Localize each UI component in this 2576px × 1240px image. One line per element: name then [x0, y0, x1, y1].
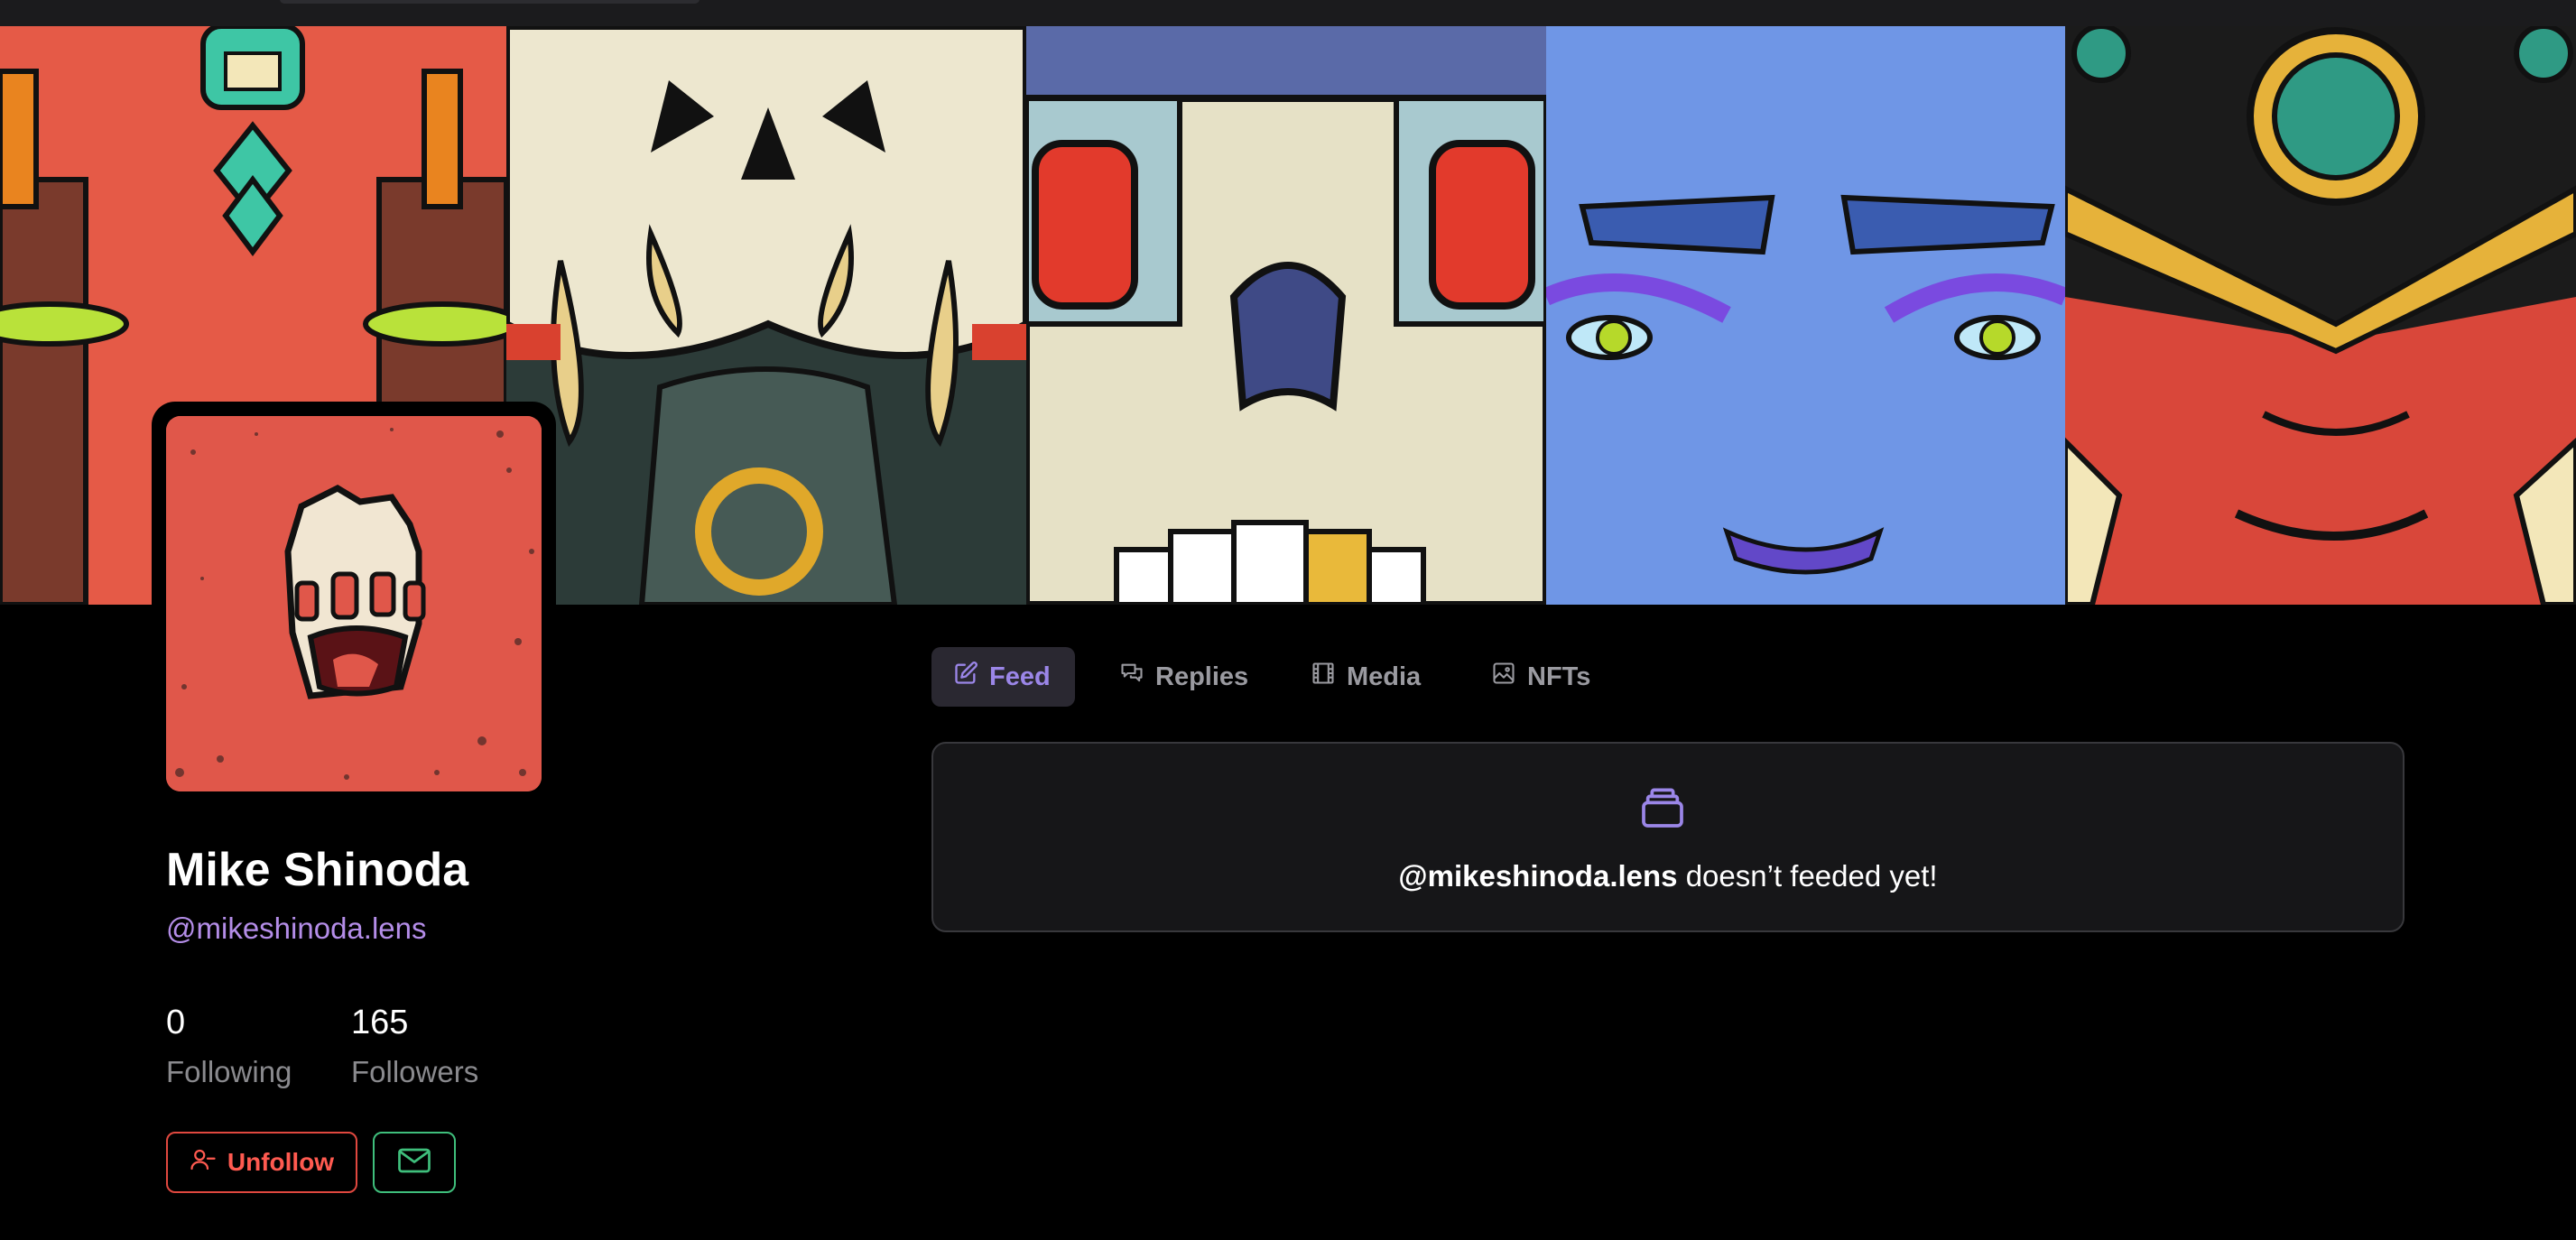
avatar[interactable]: [166, 416, 542, 791]
user-minus-icon: [190, 1146, 217, 1180]
unfollow-button[interactable]: Unfollow: [166, 1132, 357, 1193]
tab-replies-label: Replies: [1155, 662, 1249, 691]
empty-feed-handle: @mikeshinoda.lens: [1398, 859, 1678, 893]
tab-feed[interactable]: Feed: [931, 647, 1075, 707]
empty-feed-text: doesn’t feeded yet!: [1677, 859, 1938, 893]
top-search-bar[interactable]: [280, 0, 700, 4]
followers-label: Followers: [351, 1055, 479, 1088]
followers-stat[interactable]: 165 Followers: [351, 1004, 478, 1089]
following-label: Following: [166, 1055, 292, 1088]
tab-media[interactable]: Media: [1311, 647, 1421, 707]
tab-replies[interactable]: Replies: [1119, 647, 1248, 707]
empty-feed-message: @mikeshinoda.lens doesn’t feeded yet!: [933, 859, 2403, 893]
cover-art-skeleton-red-eyes: [1026, 26, 1546, 605]
unfollow-label: Unfollow: [227, 1148, 335, 1176]
cover-art-blue-face: [1546, 26, 2065, 605]
following-count: 0: [166, 1004, 186, 1041]
film-icon: [1311, 661, 1336, 693]
top-navigation-bar: [0, 0, 2576, 26]
collection-icon: [1637, 782, 1688, 832]
tab-nfts[interactable]: NFTs: [1491, 647, 1590, 707]
tab-media-label: Media: [1347, 662, 1422, 691]
cover-art-oni-mask: [2065, 26, 2576, 605]
pencil-square-icon: [953, 661, 978, 693]
empty-feed-card: @mikeshinoda.lens doesn’t feeded yet!: [931, 742, 2405, 932]
followers-count: 165: [351, 1004, 409, 1041]
cover-art-skull-beast: [506, 26, 1026, 605]
profile-handle[interactable]: @mikeshinoda.lens: [166, 911, 426, 946]
message-button[interactable]: [373, 1132, 456, 1193]
mail-icon: [398, 1148, 431, 1178]
following-stat[interactable]: 0 Following: [166, 1004, 292, 1089]
tab-nfts-label: NFTs: [1527, 662, 1591, 691]
photo-icon: [1491, 661, 1516, 693]
profile-name: Mike Shinoda: [166, 844, 469, 896]
tab-feed-label: Feed: [989, 662, 1051, 691]
chat-bubbles-icon: [1119, 661, 1144, 693]
